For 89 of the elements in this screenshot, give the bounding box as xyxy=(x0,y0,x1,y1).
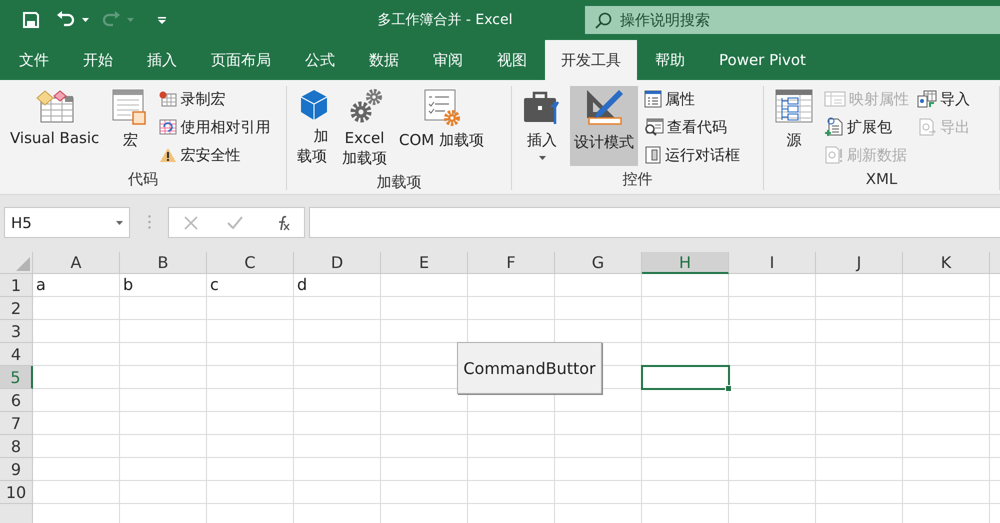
caret-icon xyxy=(116,220,123,224)
window-title: 多工作簿合并 - Excel xyxy=(376,11,514,29)
group-label: XML xyxy=(864,169,898,190)
ribbon-tab[interactable]: Power Pivot xyxy=(703,40,822,80)
ribbon-button[interactable]: 源 xyxy=(770,86,818,166)
ribbon-tab[interactable]: 视图 xyxy=(481,40,543,80)
record-icon xyxy=(159,91,178,107)
ribbon-tab[interactable]: 页面布局 xyxy=(195,40,287,80)
grip-icon xyxy=(148,215,150,229)
row-header[interactable]: 9 xyxy=(0,458,33,481)
checklist-gear-icon xyxy=(422,88,460,126)
column-header[interactable]: D xyxy=(294,252,381,274)
ribbon-button[interactable]: 宏 xyxy=(107,86,154,166)
cell-text: d xyxy=(297,275,308,294)
column-header[interactable]: G xyxy=(555,252,642,274)
column-header[interactable]: I xyxy=(729,252,816,274)
search-icon xyxy=(595,12,612,28)
ribbon-tab[interactable]: 帮助 xyxy=(639,40,701,80)
view-code-icon xyxy=(644,118,664,136)
save-icon[interactable] xyxy=(22,11,40,29)
ribbon-button[interactable]: 加载项 xyxy=(293,86,334,168)
caret-icon[interactable] xyxy=(82,18,89,22)
properties-icon xyxy=(644,90,662,108)
group-label: 控件 xyxy=(622,169,654,190)
column-header[interactable]: F xyxy=(468,252,555,274)
export-icon xyxy=(917,118,937,136)
column-header[interactable]: B xyxy=(120,252,207,274)
import-icon xyxy=(917,90,937,108)
ribbon-button[interactable]: 查看代码 xyxy=(642,114,742,140)
map-properties-icon xyxy=(824,91,846,107)
row-header[interactable]: 6 xyxy=(0,389,33,412)
warning-icon xyxy=(159,147,178,163)
redo-icon[interactable] xyxy=(101,11,121,29)
row-header[interactable]: 5 xyxy=(0,366,33,389)
cell-text: a xyxy=(36,275,46,294)
column-header[interactable]: H xyxy=(642,252,729,274)
ribbon-tab[interactable]: 公式 xyxy=(289,40,351,80)
row-header[interactable]: 4 xyxy=(0,343,33,366)
command-button[interactable]: CommandButtor xyxy=(457,342,602,394)
column-header[interactable]: A xyxy=(33,252,120,274)
group-label: 代码 xyxy=(127,169,159,190)
row-header[interactable]: 2 xyxy=(0,297,33,320)
relative-reference-icon xyxy=(159,119,178,135)
ribbon-button[interactable]: 运行对话框 xyxy=(642,142,742,168)
ribbon-tab[interactable]: 数据 xyxy=(353,40,415,80)
cube-icon xyxy=(298,88,328,122)
group-label: 加载项 xyxy=(376,172,422,192)
corner-triangle-icon xyxy=(16,257,30,271)
ribbon-button[interactable]: 录制宏 xyxy=(157,86,272,112)
name-box[interactable]: H5 xyxy=(4,207,130,238)
ribbon-button[interactable]: Visual Basic xyxy=(6,86,104,166)
caret-icon xyxy=(538,156,546,160)
ribbon-button[interactable]: COM 加载项 xyxy=(395,86,488,166)
cell-text: c xyxy=(210,275,219,294)
ribbon-tab[interactable]: 开发工具 xyxy=(545,40,637,80)
ribbon-button[interactable]: 属性 xyxy=(642,86,742,112)
ribbon-tab[interactable]: 审阅 xyxy=(417,40,479,80)
ribbon-tab[interactable]: 开始 xyxy=(67,40,129,80)
row-header[interactable]: 1 xyxy=(0,274,33,297)
undo-icon[interactable] xyxy=(56,11,76,29)
ribbon-button[interactable]: Excel 加载项 xyxy=(338,86,391,170)
enter-icon[interactable] xyxy=(226,216,242,229)
refresh-data-icon xyxy=(824,146,844,164)
formula-field[interactable] xyxy=(309,207,1000,238)
ribbon-button[interactable]: 宏安全性 xyxy=(157,142,272,168)
cancel-icon[interactable] xyxy=(184,216,198,230)
ribbon-button[interactable]: 导入 xyxy=(915,86,972,112)
ribbon-button[interactable]: 扩展包 xyxy=(822,114,911,140)
row-header[interactable]: 7 xyxy=(0,412,33,435)
column-header[interactable]: C xyxy=(207,252,294,274)
column-header[interactable]: K xyxy=(903,252,990,274)
expansion-pack-icon xyxy=(824,117,844,137)
ribbon-tab[interactable]: 插入 xyxy=(131,40,193,80)
column-header[interactable]: E xyxy=(381,252,468,274)
column-header[interactable]: J xyxy=(816,252,903,274)
row-header[interactable]: 8 xyxy=(0,435,33,458)
search-field[interactable]: 操作说明搜索 xyxy=(585,6,1000,34)
ribbon-button[interactable]: 使用相对引用 xyxy=(157,114,272,140)
ribbon-tab[interactable]: 文件 xyxy=(3,40,65,80)
ribbon-button[interactable]: 设计模式 xyxy=(570,86,638,166)
dialog-icon xyxy=(644,146,662,164)
row-header[interactable]: 3 xyxy=(0,320,33,343)
select-all-button[interactable] xyxy=(0,252,33,274)
code-window-icon xyxy=(34,88,75,124)
customize-icon[interactable] xyxy=(158,16,166,24)
ribbon-button[interactable]: 插入 xyxy=(518,86,566,166)
cell-text: b xyxy=(123,275,134,294)
row-header[interactable] xyxy=(0,504,33,523)
row-header[interactable]: 10 xyxy=(0,481,33,504)
